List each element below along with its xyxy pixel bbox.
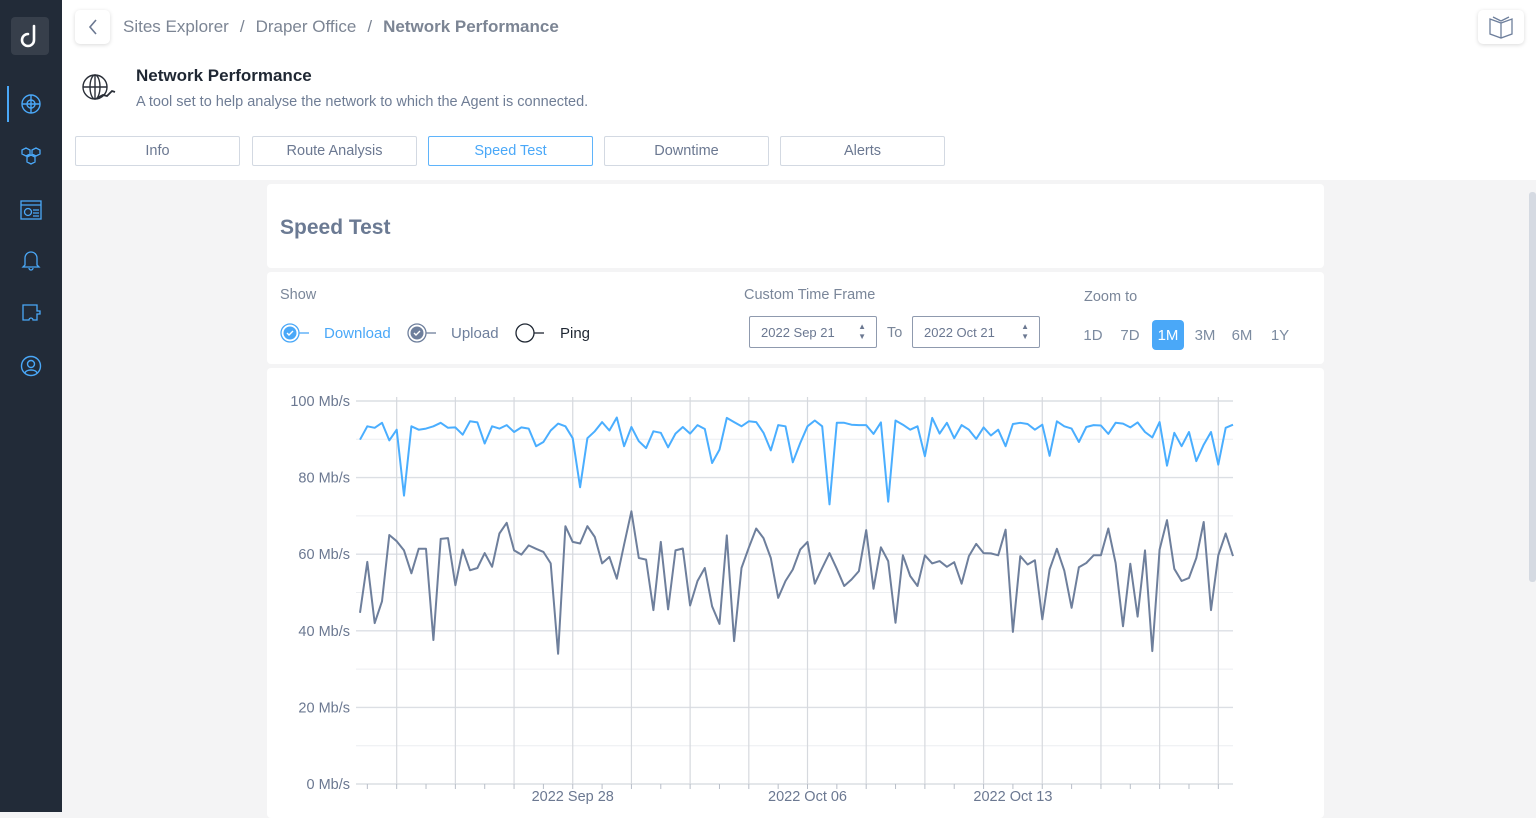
- tab-alerts[interactable]: Alerts: [780, 136, 945, 166]
- sidebar-item-dashboard[interactable]: [0, 192, 62, 228]
- zoom-1m[interactable]: 1M: [1152, 320, 1184, 350]
- scrollbar[interactable]: [1529, 192, 1536, 582]
- sidebar-item-account[interactable]: [0, 348, 62, 384]
- checkbox-checked-icon: [280, 323, 309, 343]
- to-label: To: [887, 325, 903, 341]
- ping-toggle[interactable]: Ping: [514, 322, 590, 344]
- globe-network-icon: [21, 94, 41, 114]
- app-logo[interactable]: [11, 17, 49, 55]
- y-tick-label: 40 Mb/s: [298, 624, 350, 640]
- date-stepper-icon[interactable]: ▲ ▼: [858, 322, 866, 342]
- ping-label: Ping: [560, 324, 591, 342]
- network-globe-icon: [82, 74, 116, 100]
- zoom-1d[interactable]: 1D: [1077, 320, 1109, 350]
- page-description: A tool set to help analyse the network t…: [136, 94, 589, 110]
- from-date-value: 2022 Sep 21: [761, 324, 835, 340]
- upload-label: Upload: [451, 324, 499, 342]
- puzzle-icon: [22, 304, 41, 321]
- upload-toggle[interactable]: Upload: [406, 322, 499, 344]
- breadcrumb-current: Network Performance: [383, 17, 559, 36]
- y-tick-label: 20 Mb/s: [298, 700, 350, 716]
- tab-downtime[interactable]: Downtime: [604, 136, 769, 166]
- book-icon: [1489, 16, 1513, 39]
- tab-speed-test[interactable]: Speed Test: [428, 136, 593, 166]
- download-label: Download: [324, 324, 391, 342]
- zoom-1y[interactable]: 1Y: [1264, 320, 1296, 350]
- x-tick-label: 2022 Oct 06: [768, 789, 847, 805]
- from-date-input[interactable]: 2022 Sep 21 ▲ ▼: [749, 316, 877, 348]
- tab-route-analysis[interactable]: Route Analysis: [252, 136, 417, 166]
- section-header-card: Speed Test: [267, 184, 1324, 268]
- section-title: Speed Test: [280, 216, 391, 239]
- breadcrumb-separator: /: [367, 17, 373, 36]
- zoom-6m[interactable]: 6M: [1226, 320, 1258, 350]
- to-date-value: 2022 Oct 21: [924, 324, 995, 340]
- x-tick-label: 2022 Oct 13: [973, 789, 1052, 805]
- zoom-3m[interactable]: 3M: [1189, 320, 1221, 350]
- y-tick-label: 100 Mb/s: [290, 394, 350, 410]
- controls-card: Show Download Upload Ping Custom Time Fr…: [267, 272, 1324, 364]
- download-series-line: [359, 416, 1234, 506]
- zoom-label: Zoom to: [1084, 289, 1138, 305]
- breadcrumb-separator: /: [239, 17, 245, 36]
- checkbox-unchecked-icon: [515, 323, 544, 343]
- show-label: Show: [280, 287, 317, 303]
- upload-series-line: [359, 510, 1234, 655]
- page-title: Network Performance: [136, 66, 312, 85]
- sidebar-item-assets[interactable]: [0, 138, 62, 174]
- to-date-input[interactable]: 2022 Oct 21 ▲ ▼: [912, 316, 1040, 348]
- y-tick-label: 0 Mb/s: [306, 777, 350, 793]
- zoom-7d[interactable]: 7D: [1114, 320, 1146, 350]
- y-tick-label: 80 Mb/s: [298, 471, 350, 487]
- cubes-icon: [21, 147, 41, 165]
- breadcrumb: Sites Explorer / Draper Office / Network…: [123, 17, 559, 37]
- date-stepper-icon[interactable]: ▲ ▼: [1021, 322, 1029, 342]
- chart-card: 0 Mb/s 20 Mb/s 40 Mb/s 60 Mb/s 80 Mb/s 100 Mb…: [267, 368, 1324, 818]
- time-frame-label: Custom Time Frame: [744, 287, 876, 303]
- docs-button[interactable]: [1478, 10, 1524, 44]
- back-button[interactable]: [75, 10, 110, 44]
- sidebar-item-alerts[interactable]: [0, 242, 62, 278]
- sidebar: [0, 0, 62, 812]
- sidebar-item-network[interactable]: [0, 86, 62, 122]
- user-circle-icon: [20, 355, 42, 377]
- download-toggle[interactable]: Download: [279, 322, 391, 344]
- x-tick-label: 2022 Sep 28: [532, 789, 614, 805]
- sidebar-item-integrations[interactable]: [0, 295, 62, 331]
- dashboard-icon: [20, 200, 42, 220]
- breadcrumb-sites-explorer[interactable]: Sites Explorer: [123, 17, 229, 37]
- y-tick-label: 60 Mb/s: [298, 547, 350, 563]
- checkbox-checked-icon: [407, 323, 436, 343]
- tab-info[interactable]: Info: [75, 136, 240, 166]
- bell-icon: [21, 251, 41, 271]
- speed-chart: 0 Mb/s 20 Mb/s 40 Mb/s 60 Mb/s 80 Mb/s 100 Mb…: [290, 394, 1234, 805]
- breadcrumb-draper-office[interactable]: Draper Office: [256, 17, 357, 37]
- chevron-left-icon: [88, 19, 97, 35]
